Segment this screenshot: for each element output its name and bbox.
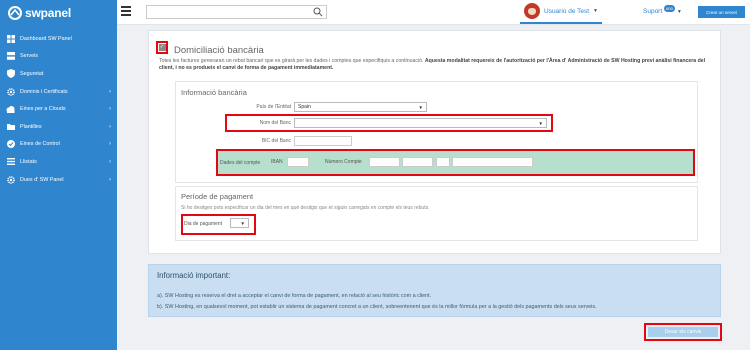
chevron-icon: ›: [109, 106, 111, 113]
sidebar-item-clouds[interactable]: Eines per a Clouds ›: [0, 100, 117, 118]
brand-name: swpanel: [25, 6, 71, 20]
sidebar-item-label: Dues d' SW Panel: [20, 176, 64, 183]
chevron-icon: ›: [109, 88, 111, 95]
user-menu[interactable]: Usuario de Test ▼: [520, 0, 602, 24]
sidebar-item-dashboard[interactable]: Dashboard SW Panel: [0, 30, 117, 48]
bank-info-panel: Informació bancària País de l'Entitat Sp…: [175, 81, 698, 183]
user-name: Usuario de Test: [544, 7, 590, 15]
support-menu[interactable]: Suport 600 ▼: [643, 5, 682, 15]
shield-icon: [6, 69, 15, 79]
support-label: Suport: [643, 8, 663, 15]
submit-highlight: Desar els canvis: [644, 323, 722, 341]
country-select[interactable]: Spain ▼: [294, 102, 427, 112]
brand-logo[interactable]: swpanel: [0, 0, 117, 26]
hamburger-menu-icon[interactable]: [121, 6, 131, 18]
bank-name-label: Nom del Banc: [259, 120, 291, 126]
bank-info-title: Informació bancària: [181, 88, 247, 97]
support-badge: 600: [664, 5, 675, 12]
sidebar-item-dominis[interactable]: Dominis i Certificats ›: [0, 83, 117, 101]
chevron-down-icon: ▼: [593, 8, 598, 14]
important-info-line-b: b). SW Hosting, en qualsevol moment, pot…: [157, 304, 597, 310]
sidebar-item-label: Llistats: [20, 158, 37, 165]
iban-label: IBAN: [271, 159, 283, 165]
account-label: Dades del compte: [220, 160, 261, 166]
payment-day-label: Dia de pagament: [184, 221, 223, 227]
sidebar-item-label: Dashboard SW Panel: [20, 35, 72, 42]
sidebar-item-label: Eines de Control: [20, 141, 60, 148]
account-entity-input[interactable]: [369, 157, 400, 167]
chevron-icon: ›: [109, 123, 111, 130]
payment-period-hint: Si ho desitges pots especificar un dia d…: [181, 205, 430, 211]
description-text: Totes les factures generaran un rebut ba…: [159, 58, 425, 64]
chevron-down-icon: ▼: [538, 121, 543, 126]
avatar: [524, 3, 540, 19]
chevron-icon: ›: [109, 176, 111, 183]
gear-icon: [6, 87, 15, 96]
chevron-down-icon: ▼: [240, 221, 245, 226]
payment-period-title: Període de pagament: [181, 192, 254, 201]
swpanel-logo-icon: [8, 6, 22, 20]
payment-period-panel: Període de pagament Si ho desitges pots …: [175, 186, 698, 241]
chevron-down-icon: ▼: [676, 8, 682, 15]
chevron-down-icon: ▼: [418, 105, 423, 110]
chevron-icon: ›: [109, 158, 111, 165]
sidebar-nav: Dashboard SW Panel Serveis Seguretat Dom…: [0, 30, 117, 188]
search-input[interactable]: [146, 5, 327, 19]
bic-label: BIC del Banc: [261, 138, 291, 144]
direct-debit-checkbox[interactable]: ✓: [158, 44, 166, 51]
sidebar-item-label: Eines per a Clouds: [20, 106, 66, 113]
gear-icon: [6, 175, 15, 184]
account-number-input[interactable]: [452, 157, 533, 167]
payment-day-select[interactable]: ▼: [230, 218, 249, 228]
sidebar-item-label: Seguretat: [20, 70, 44, 77]
server-icon: [6, 52, 15, 61]
sidebar-item-llistats[interactable]: Llistats ›: [0, 153, 117, 171]
account-dc-input[interactable]: [436, 157, 450, 167]
sidebar-item-label: Serveis: [20, 53, 38, 60]
check-circle-icon: [6, 140, 15, 149]
direct-debit-description: Totes les factures generaran un rebut ba…: [159, 58, 707, 72]
chevron-icon: ›: [109, 141, 111, 148]
sidebar: swpanel Dashboard SW Panel Serveis Segur…: [0, 0, 117, 350]
country-label: País de l'Entitat: [256, 104, 291, 110]
direct-debit-checkbox-highlight: ✓: [156, 41, 168, 54]
important-info-title: Informació important:: [157, 271, 231, 280]
sidebar-item-plantilles[interactable]: Plantilles ›: [0, 118, 117, 136]
direct-debit-card: ✓ Domiciliació bancària Totes les factur…: [148, 30, 721, 254]
search-icon[interactable]: [313, 7, 323, 17]
country-value: Spain: [298, 104, 311, 110]
iban-input[interactable]: [287, 157, 309, 167]
important-info-box: Informació important: a). SW Hosting es …: [148, 264, 721, 317]
save-button[interactable]: Desar els canvis: [648, 327, 718, 337]
bank-name-select[interactable]: ▼: [294, 118, 547, 128]
account-office-input[interactable]: [402, 157, 433, 167]
sidebar-item-seguretat[interactable]: Seguretat: [0, 65, 117, 83]
folder-icon: [6, 122, 15, 131]
direct-debit-title: Domiciliació bancària: [174, 45, 264, 56]
dashboard-icon: [6, 34, 15, 43]
new-server-button[interactable]: Crear un servei: [698, 6, 745, 18]
cloud-icon: [6, 105, 15, 114]
topbar: Usuario de Test ▼ Suport 600 ▼ Crear un …: [117, 0, 750, 25]
sidebar-item-label: Dominis i Certificats: [20, 88, 68, 95]
important-info-line-a: a). SW Hosting es reserva el dret a acce…: [157, 293, 432, 299]
list-icon: [6, 157, 15, 166]
bic-input[interactable]: [294, 136, 352, 146]
sidebar-item-serveis[interactable]: Serveis: [0, 48, 117, 66]
sidebar-item-label: Plantilles: [20, 123, 42, 130]
account-number-label: Número Compte: [325, 159, 362, 165]
sidebar-item-eines-control[interactable]: Eines de Control ›: [0, 136, 117, 154]
sidebar-item-dues-swpanel[interactable]: Dues d' SW Panel ›: [0, 171, 117, 189]
